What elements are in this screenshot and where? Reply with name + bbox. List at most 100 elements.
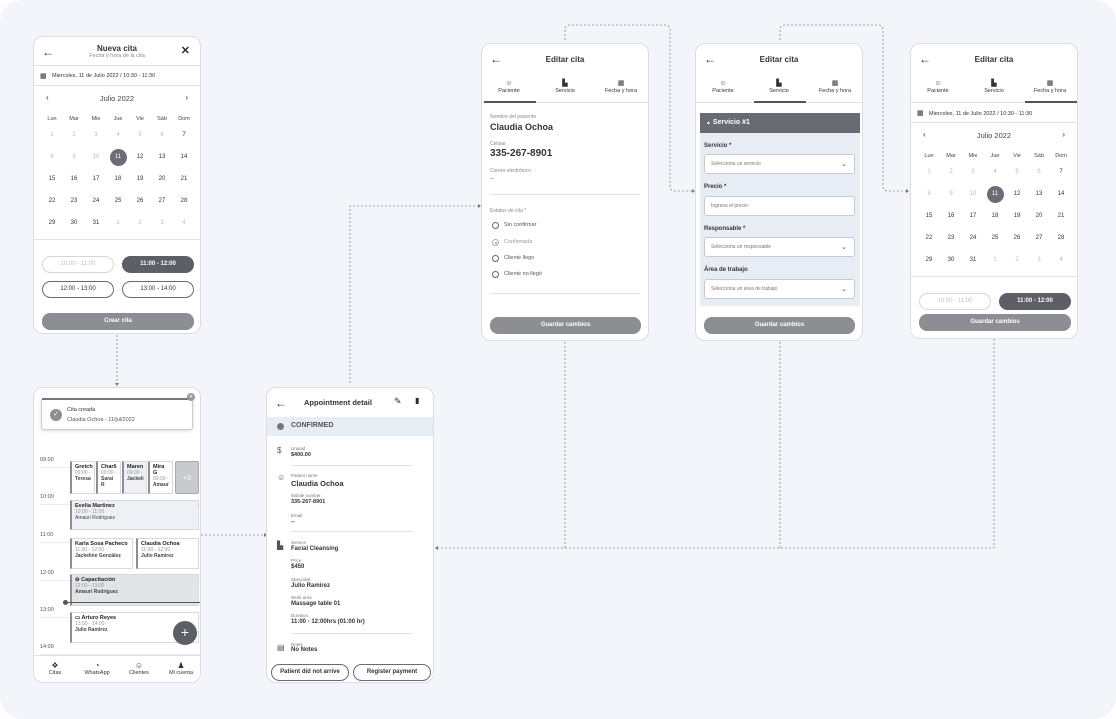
slot-11-12[interactable]: 11:00 - 12:00	[122, 256, 194, 273]
calendar-day-selected[interactable]: 11	[109, 149, 127, 166]
calendar-day[interactable]: 6	[152, 127, 172, 143]
slot-10-11[interactable]: 10:00 - 11:00	[42, 256, 114, 273]
tab-servicio[interactable]: ▙ Servicio	[540, 80, 590, 94]
save-changes-button[interactable]: Guardar cambios	[704, 317, 855, 334]
slot-11-12[interactable]: 11:00 - 12:00	[999, 293, 1071, 310]
calendar-day[interactable]: 24	[963, 230, 983, 246]
toast-close-icon[interactable]: ✕	[187, 393, 195, 401]
calendar-day[interactable]: 9	[64, 149, 84, 165]
radio-confirmada[interactable]	[492, 239, 499, 246]
calendar-day[interactable]: 2	[64, 127, 84, 143]
edit-pencil-icon[interactable]: ✎	[394, 396, 402, 407]
trash-icon[interactable]: ▮	[415, 396, 419, 405]
tab-fecha-hora[interactable]: ▦ Fecha y hora	[596, 80, 646, 94]
calendar-day[interactable]: 12	[1007, 186, 1027, 202]
patient-did-not-arrive-button[interactable]: Patient did not arrive	[271, 664, 349, 681]
calendar-day[interactable]: 23	[941, 230, 961, 246]
slot-10-11[interactable]: 10:00 - 11:00	[919, 293, 991, 310]
calendar-day[interactable]: 18	[108, 171, 128, 187]
calendar-day[interactable]: 8	[42, 149, 62, 165]
calendar-day[interactable]: 25	[108, 193, 128, 209]
radio-sin-confirmar[interactable]	[492, 222, 499, 229]
calendar-day[interactable]: 17	[86, 171, 106, 187]
calendar-day[interactable]: 3	[86, 127, 106, 143]
calendar-day[interactable]: 16	[941, 208, 961, 224]
calendar-day-selected[interactable]: 11	[986, 186, 1004, 203]
event-claudia[interactable]: Claudia Ochoa 11:00 - 12:00 Julio Ramire…	[136, 538, 199, 569]
calendar-day[interactable]: 17	[963, 208, 983, 224]
calendar-day[interactable]: 3	[963, 164, 983, 180]
add-fab-button[interactable]: +	[173, 621, 197, 645]
event-card[interactable]: Charli 09:00 - Saraí R	[96, 461, 121, 494]
slot-12-13[interactable]: 12:00 - 13:00	[42, 281, 114, 298]
save-changes-button[interactable]: Guardar cambios	[490, 317, 641, 334]
price-input[interactable]: Ingresa el precio	[704, 196, 855, 216]
calendar-day[interactable]: 31	[86, 215, 106, 231]
nav-whatsapp[interactable]: ◔ WhatsApp	[78, 661, 116, 676]
calendar-day[interactable]: 28	[174, 193, 194, 209]
tab-fecha-hora[interactable]: ▦ Fecha y hora	[1025, 80, 1075, 94]
calendar-day[interactable]: 26	[1007, 230, 1027, 246]
calendar-day[interactable]: 3	[152, 215, 172, 231]
calendar-day[interactable]: 19	[1007, 208, 1027, 224]
nav-clientes[interactable]: ☺ Clientes	[120, 661, 158, 676]
calendar-day[interactable]: 30	[941, 252, 961, 268]
event-karla[interactable]: Karla Sosa Pacheco 11:00 - 12:00 Jackeli…	[70, 538, 133, 569]
radio-cliente-no-llego[interactable]	[492, 271, 499, 278]
event-card[interactable]: Gretch 09:00 - Teresa	[70, 461, 95, 494]
work-area-select[interactable]: Selecciona un área de trabajo ⌄	[704, 279, 855, 299]
calendar-day[interactable]: 2	[941, 164, 961, 180]
calendar-day[interactable]: 27	[1029, 230, 1049, 246]
service-section-header[interactable]: ▲ Servicio #1	[700, 113, 860, 133]
event-card[interactable]: Mira G 09:00 - Amaur	[148, 461, 173, 494]
calendar-day[interactable]: 8	[919, 186, 939, 202]
calendar-day[interactable]: 1	[919, 164, 939, 180]
calendar-day[interactable]: 19	[130, 171, 150, 187]
calendar-day[interactable]: 5	[1007, 164, 1027, 180]
calendar-day[interactable]: 15	[919, 208, 939, 224]
calendar-day[interactable]: 1	[985, 252, 1005, 268]
calendar-day[interactable]: 14	[174, 149, 194, 165]
tab-fecha-hora[interactable]: ▦ Fecha y hora	[810, 80, 860, 94]
calendar-day[interactable]: 2	[130, 215, 150, 231]
calendar-day[interactable]: 13	[152, 149, 172, 165]
calendar-day[interactable]: 13	[1029, 186, 1049, 202]
save-changes-button[interactable]: Guardar cambios	[919, 314, 1071, 331]
calendar-day[interactable]: 29	[919, 252, 939, 268]
event-card[interactable]: Maren 09:00 - Jackeli	[122, 461, 147, 494]
event-evelia[interactable]: Evelia Martinez 10:00 - 11:00 Amauri Rod…	[70, 500, 199, 530]
calendar-day[interactable]: 26	[130, 193, 150, 209]
calendar-day[interactable]: 4	[1051, 252, 1071, 268]
responsible-select[interactable]: Selecciona un responsable ⌄	[704, 237, 855, 257]
calendar-day[interactable]: 4	[108, 127, 128, 143]
calendar-day[interactable]: 21	[1051, 208, 1071, 224]
calendar-day[interactable]: 7	[174, 127, 194, 143]
calendar-day[interactable]: 6	[1029, 164, 1049, 180]
calendar-day[interactable]: 4	[985, 164, 1005, 180]
nav-mi-cuenta[interactable]: ♟ Mi cuenta	[162, 661, 200, 676]
calendar-day[interactable]: 20	[152, 171, 172, 187]
nav-citas[interactable]: ❖ Citas	[36, 661, 74, 676]
tab-paciente[interactable]: ☺ Paciente	[484, 80, 534, 94]
slot-13-14[interactable]: 13:00 - 14:00	[122, 281, 194, 298]
calendar-day[interactable]: 28	[1051, 230, 1071, 246]
calendar-day[interactable]: 16	[64, 171, 84, 187]
calendar-day[interactable]: 1	[42, 127, 62, 143]
create-appointment-button[interactable]: Crear cita	[42, 313, 194, 330]
next-month-icon[interactable]: ›	[1062, 130, 1065, 139]
calendar-day[interactable]: 25	[985, 230, 1005, 246]
calendar-day[interactable]: 24	[86, 193, 106, 209]
close-icon[interactable]: ✕	[181, 44, 190, 57]
calendar-day[interactable]: 22	[919, 230, 939, 246]
more-events-button[interactable]: +3	[175, 461, 199, 494]
calendar-day[interactable]: 10	[963, 186, 983, 202]
calendar-day[interactable]: 22	[42, 193, 62, 209]
calendar-day[interactable]: 10	[86, 149, 106, 165]
calendar-day[interactable]: 20	[1029, 208, 1049, 224]
calendar-day[interactable]: 1	[108, 215, 128, 231]
tab-paciente[interactable]: ☺ Paciente	[913, 80, 963, 94]
tab-paciente[interactable]: ☺ Paciente	[698, 80, 748, 94]
calendar-day[interactable]: 21	[174, 171, 194, 187]
tab-servicio[interactable]: ▙ Servicio	[754, 80, 804, 94]
calendar-day[interactable]: 14	[1051, 186, 1071, 202]
